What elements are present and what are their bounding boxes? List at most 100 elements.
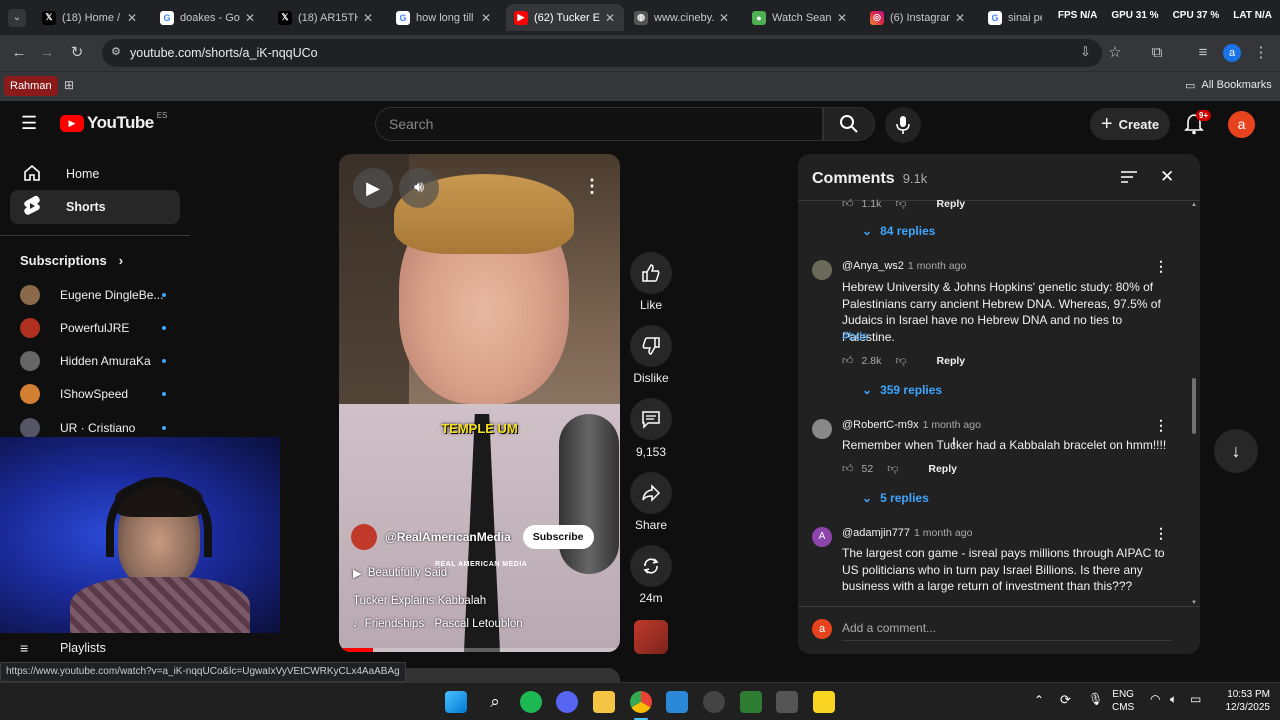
channel-handle[interactable]: @RealAmericanMedia [385,530,511,544]
subscribe-button[interactable]: Subscribe [522,525,594,549]
comments-scrollbar[interactable]: ▲ ▼ [1191,202,1197,606]
voice-search-button[interactable] [885,107,921,143]
photos-icon[interactable] [666,691,688,713]
scrollbar-up-arrow[interactable]: ▲ [1191,202,1197,208]
forward-icon[interactable]: → [38,44,56,62]
browser-tab[interactable]: Gdoakes - Google✕ [152,4,264,31]
thumbs-up-icon[interactable]: 👍︎ [842,354,854,367]
view-replies-button[interactable]: ⌄ 5 replies [862,491,929,505]
profile-avatar[interactable]: a [1223,44,1241,62]
subscription-item[interactable]: PowerfulJRE [20,316,180,340]
browser-tab[interactable]: Gsinai penin [980,4,1050,31]
search-input[interactable]: Search [375,107,823,141]
sound-thumbnail[interactable] [634,620,668,654]
browser-tab[interactable]: Ghow long till ✕ [388,4,500,31]
thumbs-up-icon[interactable]: 👍︎ [842,197,854,210]
channel-avatar[interactable] [351,524,377,550]
comment-menu-icon[interactable]: ⋮ [1154,525,1168,542]
short-video-player[interactable]: ▶ 🔊︎ ⋮ TEMPLE UM @RealAmericanMedia Subs… [339,154,620,652]
bookmark-star-icon[interactable]: ☆ [1106,44,1124,62]
more-options-icon[interactable]: ⋮ [583,176,601,197]
chrome-icon[interactable] [630,691,652,713]
commenter-handle[interactable]: @adamjin777 [842,527,910,539]
browser-tab-active[interactable]: ▶ (62) Tucker E ✕ [506,4,624,31]
browser-tab[interactable]: 𝕏(18) AR15THE✕ [270,4,382,31]
reply-button[interactable]: Reply [937,198,966,210]
sidebar-item-home[interactable]: Home [10,157,180,191]
music-row[interactable]: ♪ Friendships · Pascal Letoublon [353,618,523,630]
notes-app-icon[interactable] [813,691,835,713]
tray-app-icon[interactable] [776,691,798,713]
windows-start-icon[interactable] [445,691,467,713]
chat-app-icon[interactable] [740,691,762,713]
close-icon[interactable]: ✕ [718,11,730,25]
wifi-icon[interactable]: ◠ [1150,692,1160,706]
all-bookmarks[interactable]: ▭ All Bookmarks [1185,79,1272,92]
commenter-handle[interactable]: @Anya_ws2 [842,260,904,272]
close-icon[interactable]: ✕ [604,11,616,25]
view-replies-button[interactable]: ⌄ 359 replies [862,383,942,397]
commenter-avatar[interactable] [812,419,832,439]
search-button[interactable] [823,107,875,141]
video-title[interactable]: Tucker Explains Kabbalah [353,595,486,607]
game-icon[interactable] [703,691,725,713]
url-bar[interactable]: ⚙ youtube.com/shorts/a_iK-nqqUCo ⇩ [102,39,1102,67]
hashtag-link[interactable]: #bds [842,329,868,343]
close-comments-button[interactable]: ✕ [1160,167,1174,187]
spotify-icon[interactable] [520,691,542,713]
comment-menu-icon[interactable]: ⋮ [1154,258,1168,275]
close-icon[interactable]: ✕ [480,11,492,25]
account-avatar[interactable]: a [1228,111,1255,138]
thumbs-down-icon[interactable]: 👎︎ [895,354,906,367]
language-indicator[interactable]: ENG CMS [1112,688,1134,714]
battery-icon[interactable]: ▭ [1190,692,1201,706]
site-info-icon[interactable]: ⚙ [111,45,121,58]
commenter-avatar[interactable]: A [812,527,832,547]
volume-button[interactable]: 🔊︎ [399,168,439,208]
extensions-icon[interactable]: ⧉ [1148,44,1166,62]
commenter-handle[interactable]: @RobertC-m9x [842,419,919,431]
thumbs-up-icon[interactable]: 👍︎ [842,462,854,475]
commenter-avatar[interactable] [812,260,832,280]
apps-grid-icon[interactable]: ⊞ [64,78,74,92]
close-icon[interactable]: ✕ [244,11,256,25]
speaker-muted-icon[interactable]: 🔈︎ [1170,692,1177,707]
tab-search-icon[interactable]: ⌄ [8,9,26,27]
thumbs-down-icon[interactable]: 👎︎ [887,462,898,475]
scrollbar-thumb[interactable] [1192,378,1196,434]
thumbs-down-icon[interactable]: 👎︎ [895,197,906,210]
scroll-down-button[interactable]: ↓ [1214,429,1258,473]
play-button[interactable]: ▶ [353,168,393,208]
sync-icon[interactable]: ⟳ [1060,692,1071,708]
browser-tab[interactable]: ◎ (6) Instagram ✕ [862,4,974,31]
tray-chevron-icon[interactable]: ⌃ [1034,693,1044,707]
close-icon[interactable]: ✕ [126,11,138,25]
sidebar-item-playlists[interactable]: ≡ Playlists [20,640,106,656]
close-icon[interactable]: ✕ [954,11,966,25]
browser-tab[interactable]: ◍ www.cineby. ✕ [626,4,738,31]
subscription-item[interactable]: Eugene DingleBe... [20,283,180,307]
install-icon[interactable]: ⇩ [1080,44,1091,60]
subscription-item[interactable]: Hidden AmuraKa [20,349,180,373]
close-icon[interactable]: ✕ [362,11,374,25]
microphone-icon[interactable]: 🎙︎ [1088,692,1103,706]
discord-icon[interactable] [556,691,578,713]
browser-tab[interactable]: ●Watch Sean C✕ [744,4,856,31]
add-comment-input[interactable]: Add a comment... [842,621,1172,641]
reload-icon[interactable]: ↻ [68,44,86,62]
subscriptions-header[interactable]: Subscriptions › [20,253,123,268]
close-icon[interactable]: ✕ [836,11,848,25]
browser-tab[interactable]: 𝕏(18) Home / X✕ [34,4,146,31]
progress-bar[interactable] [339,648,620,652]
dislike-button[interactable] [630,325,672,367]
menu-icon[interactable]: ⋮ [1252,44,1270,62]
hamburger-menu-icon[interactable]: ☰ [21,113,37,134]
remix-button[interactable] [630,545,672,587]
create-button[interactable]: + Create [1090,108,1170,140]
view-replies-button[interactable]: ⌄ 84 replies [862,224,935,238]
clock[interactable]: 10:53 PM 12/3/2025 [1214,688,1271,714]
reply-button[interactable]: Reply [928,463,957,475]
subscription-item[interactable]: IShowSpeed [20,382,180,406]
sidebar-item-shorts[interactable]: Shorts [10,190,180,224]
media-icon[interactable]: ≡ [1194,44,1212,62]
